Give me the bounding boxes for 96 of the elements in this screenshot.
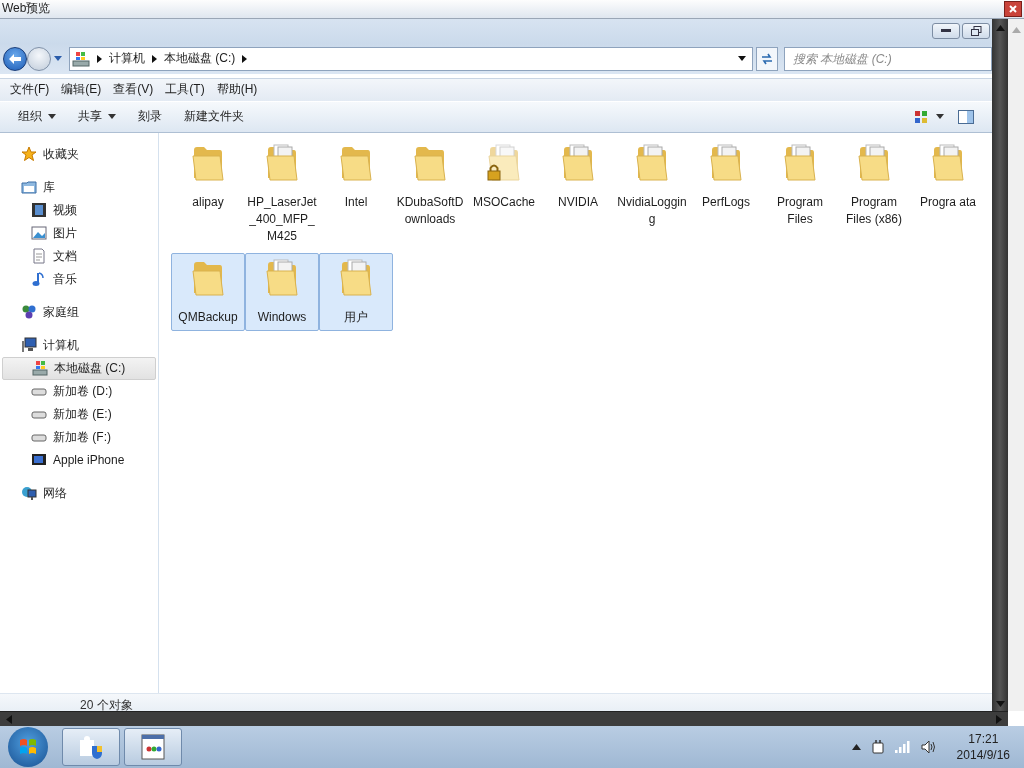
drive-icon [72, 50, 90, 67]
folder-item[interactable]: KDubaSoftDownloads [393, 137, 467, 250]
minimize-button[interactable] [932, 23, 960, 40]
homegroup-icon [21, 304, 37, 321]
toolbar-button[interactable]: 共享 [70, 105, 124, 129]
drive-icon [32, 360, 48, 377]
nav-item[interactable]: 新加卷 (D:) [2, 379, 156, 403]
folder-with-papers-icon [782, 141, 818, 182]
nav-item[interactable]: 新加卷 (E:) [2, 402, 156, 426]
folder-item[interactable]: HP_LaserJet_400_MFP_M425 [245, 137, 319, 250]
menu-item[interactable]: 工具(T) [159, 79, 211, 101]
network-icon [21, 485, 37, 502]
nav-item[interactable]: 文档 [2, 244, 156, 268]
star-icon [21, 146, 37, 163]
document-window-icon [141, 734, 165, 760]
folder-with-papers-icon [856, 141, 892, 182]
view-grid-icon [914, 109, 928, 124]
back-arrow-icon [8, 52, 22, 65]
breadcrumb-item[interactable]: 计算机 [109, 50, 145, 68]
folder-with-papers-icon [560, 141, 596, 182]
folder-item[interactable]: Program Files (x86) [837, 137, 911, 250]
folder-item[interactable]: Program Files [763, 137, 837, 250]
chevron-icon [242, 54, 248, 63]
film-icon [31, 202, 47, 219]
nav-item[interactable]: 收藏夹 [2, 142, 156, 166]
start-button[interactable] [8, 727, 48, 767]
window-title: Web预览 [1, 0, 51, 18]
caret-icon [738, 56, 746, 62]
folder-with-papers-icon [264, 141, 300, 182]
taskbar-app-button[interactable] [124, 728, 182, 766]
caret-icon [936, 114, 944, 120]
folder-item[interactable]: NvidiaLogging [615, 137, 689, 250]
status-text: 20 个对象 [80, 699, 133, 712]
folder-with-papers-icon [338, 256, 374, 297]
outer-scrollbar[interactable] [1008, 18, 1024, 712]
toolbar-button[interactable]: 组织 [10, 105, 64, 129]
address-bar[interactable]: 计算机 本地磁盘 (C:) [69, 46, 753, 71]
picture-icon [31, 225, 47, 242]
toolbar-button[interactable]: 新建文件夹 [176, 105, 252, 129]
document-icon [31, 248, 47, 265]
breadcrumb-item[interactable]: 本地磁盘 (C:) [164, 50, 236, 68]
nav-item[interactable]: Apple iPhone [2, 448, 156, 472]
close-icon [1008, 4, 1018, 14]
folder-item[interactable]: PerfLogs [689, 137, 763, 250]
nav-item[interactable]: 视频 [2, 198, 156, 222]
nav-item[interactable]: 本地磁盘 (C:) [2, 356, 156, 380]
chevron-icon [152, 54, 157, 63]
nav-item[interactable]: 库 [2, 175, 156, 199]
taskbar-app-button[interactable] [62, 728, 120, 766]
puzzle-shield-icon [78, 734, 104, 760]
locked-folder-icon [486, 141, 522, 182]
close-button[interactable] [1004, 1, 1022, 17]
restore-button[interactable] [962, 23, 990, 40]
show-hidden-icons-icon[interactable] [851, 744, 861, 750]
folder-with-papers-icon [634, 141, 670, 182]
back-button[interactable] [3, 46, 27, 71]
clock-date: 2014/9/16 [956, 747, 1010, 763]
restore-icon [970, 26, 982, 37]
folder-item[interactable]: NVIDIA [541, 137, 615, 250]
pane-icon [958, 109, 974, 124]
caret-icon[interactable] [54, 56, 62, 62]
minimize-icon [941, 29, 951, 34]
menu-item[interactable]: 编辑(E) [55, 79, 108, 101]
speaker-icon[interactable] [920, 740, 937, 754]
search-field[interactable]: 搜索 本地磁盘 (C:) [784, 46, 992, 71]
power-plug-icon[interactable] [870, 739, 885, 755]
refresh-button[interactable] [756, 46, 778, 71]
folder-with-papers-icon [930, 141, 966, 182]
refresh-icon [760, 52, 774, 65]
folder-item[interactable]: MSOCache [467, 137, 541, 250]
folder-with-papers-icon [264, 256, 300, 297]
menu-item[interactable]: 查看(V) [107, 79, 160, 101]
menu-item[interactable]: 文件(F) [4, 79, 56, 101]
nav-item[interactable]: 新加卷 (F:) [2, 425, 156, 449]
folder-item[interactable]: alipay [171, 137, 245, 250]
nav-item[interactable]: 图片 [2, 221, 156, 245]
view-options-button[interactable] [914, 109, 944, 124]
library-icon [21, 179, 37, 196]
folder-item[interactable]: 用户 [319, 252, 393, 331]
toolbar-button[interactable]: 刻录 [130, 105, 170, 129]
folder-item[interactable]: Intel [319, 137, 393, 250]
music-note-icon [31, 271, 47, 288]
nav-item[interactable]: 音乐 [2, 267, 156, 291]
preview-pane-button[interactable] [958, 109, 974, 124]
clock-time: 17:21 [968, 731, 999, 747]
folder-item[interactable]: QMBackup [171, 252, 245, 331]
nav-item[interactable]: 网络 [2, 481, 156, 505]
folder-with-papers-icon [708, 141, 744, 182]
clock[interactable]: 17:21 2014/9/16 [956, 731, 1010, 763]
nav-item[interactable]: 家庭组 [2, 300, 156, 324]
folder-item[interactable]: Progra ata [911, 137, 985, 250]
folder-item[interactable]: Windows [245, 252, 319, 331]
chevron-icon [97, 54, 102, 63]
menu-item[interactable]: 帮助(H) [210, 79, 264, 101]
computer-icon [21, 337, 37, 354]
nav-item[interactable]: 计算机 [2, 333, 156, 357]
